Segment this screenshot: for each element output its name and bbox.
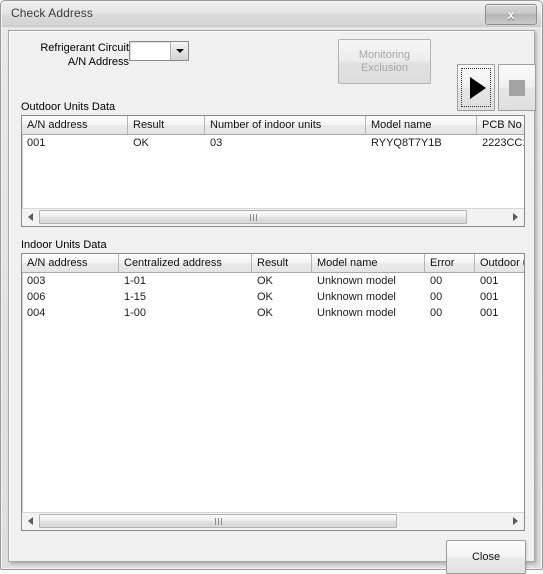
grip-icon [249, 213, 257, 221]
table-cell-number-of-indoor-units: 03 [210, 137, 223, 149]
triangle-left-icon[interactable] [22, 513, 39, 529]
triangle-right-glyph [513, 213, 518, 221]
outdoor-column-header[interactable]: Model name [366, 116, 477, 134]
indoor-units-table-body[interactable]: 003 1-01 OK Unknown model 00 001 006 1-15 OK Unkn… [22, 273, 524, 512]
table-cell-an-address: 006 [27, 291, 46, 303]
indoor-column-header[interactable]: Model name [312, 254, 425, 272]
table-cell-centralized-address: 1-00 [124, 307, 147, 319]
table-cell-model-name: RYYQ8T7Y1B [371, 137, 442, 149]
table-cell-error: 00 [430, 307, 443, 319]
table-cell-pcb-no: 2223CC18 [482, 137, 524, 149]
table-cell-model-name: Unknown model [317, 307, 396, 319]
indoor-horizontal-scrollbar[interactable] [22, 512, 524, 530]
outdoor-units-table: A/N address Result Number of indoor units M… [21, 115, 525, 227]
indoor-column-header[interactable]: Error [425, 254, 475, 272]
table-cell-centralized-address: 1-15 [124, 291, 147, 303]
table-cell-outdoor-unit: 001 [480, 291, 499, 303]
table-row[interactable]: 001 OK 03 RYYQ8T7Y1B 2223CC18 [22, 135, 524, 151]
table-cell-an-address: 004 [27, 307, 46, 319]
focus-ring [461, 68, 491, 107]
triangle-left-glyph [28, 213, 33, 221]
window-close-button[interactable]: x [485, 4, 537, 25]
title-bar: Check Address x [2, 2, 541, 27]
refrigerant-circuit-label-line2: A/N Address [67, 56, 129, 68]
triangle-right-icon[interactable] [507, 513, 524, 529]
outdoor-column-header[interactable]: Number of indoor units [205, 116, 366, 134]
table-cell-result: OK [257, 275, 273, 287]
table-cell-result: OK [133, 137, 149, 149]
indoor-column-header[interactable]: A/N address [22, 254, 119, 272]
outdoor-units-table-header: A/N address Result Number of indoor units M… [22, 116, 524, 135]
indoor-column-header[interactable]: Centralized address [119, 254, 252, 272]
table-cell-centralized-address: 1-01 [124, 275, 147, 287]
chevron-down-glyph [175, 49, 184, 53]
grip-icon [214, 517, 222, 525]
outdoor-units-group-label: Outdoor Units Data [21, 101, 116, 113]
scrollbar-thumb[interactable] [39, 210, 467, 224]
table-cell-error: 00 [430, 275, 443, 287]
triangle-left-icon[interactable] [22, 209, 39, 225]
triangle-right-glyph [513, 517, 518, 525]
scrollbar-thumb[interactable] [39, 514, 397, 528]
indoor-column-header[interactable]: Outdoor unit [475, 254, 524, 272]
table-cell-outdoor-unit: 001 [480, 307, 499, 319]
monitoring-exclusion-label-line1: Monitoring [358, 48, 411, 61]
refrigerant-circuit-select[interactable] [129, 41, 189, 61]
indoor-units-table: A/N address Centralized address Result Mode… [21, 253, 525, 531]
outdoor-column-header[interactable]: Result [128, 116, 205, 134]
table-cell-an-address: 001 [27, 137, 46, 149]
outdoor-horizontal-scrollbar[interactable] [22, 208, 524, 226]
chevron-down-icon[interactable] [170, 42, 188, 60]
indoor-column-header[interactable]: Result [252, 254, 312, 272]
refrigerant-circuit-label: Refrigerant Circuit A/N Address [21, 41, 129, 69]
table-cell-an-address: 003 [27, 275, 46, 287]
close-x-icon: x [507, 7, 515, 22]
monitoring-exclusion-label-line2: Exclusion [360, 61, 409, 74]
close-button[interactable]: Close [446, 540, 526, 574]
outdoor-column-header[interactable]: PCB No [477, 116, 524, 134]
monitoring-exclusion-button[interactable]: Monitoring Exclusion [338, 39, 431, 84]
table-cell-result: OK [257, 307, 273, 319]
table-cell-outdoor-unit: 001 [480, 275, 499, 287]
table-row[interactable]: 006 1-15 OK Unknown model 00 001 [22, 289, 524, 305]
table-cell-model-name: Unknown model [317, 291, 396, 303]
indoor-units-group-label: Indoor Units Data [21, 239, 107, 251]
table-cell-model-name: Unknown model [317, 275, 396, 287]
start-check-button[interactable] [457, 64, 495, 111]
triangle-left-glyph [28, 517, 33, 525]
stop-check-button[interactable] [498, 64, 536, 111]
table-cell-error: 00 [430, 291, 443, 303]
table-row[interactable]: 003 1-01 OK Unknown model 00 001 [22, 273, 524, 289]
stop-square-icon [509, 79, 525, 96]
table-row[interactable]: 004 1-00 OK Unknown model 00 001 [22, 305, 524, 321]
outdoor-units-table-body[interactable]: 001 OK 03 RYYQ8T7Y1B 2223CC18 [22, 135, 524, 208]
outdoor-column-header[interactable]: A/N address [22, 116, 128, 134]
dialog-client-area: Refrigerant Circuit A/N Address Monitori… [8, 30, 536, 574]
triangle-right-icon[interactable] [507, 209, 524, 225]
window-title: Check Address [11, 6, 94, 20]
table-cell-result: OK [257, 291, 273, 303]
refrigerant-circuit-label-line1: Refrigerant Circuit [40, 42, 129, 54]
indoor-units-table-header: A/N address Centralized address Result Mode… [22, 254, 524, 273]
check-address-window: Check Address x Refrigerant Circuit A/N … [0, 0, 543, 574]
